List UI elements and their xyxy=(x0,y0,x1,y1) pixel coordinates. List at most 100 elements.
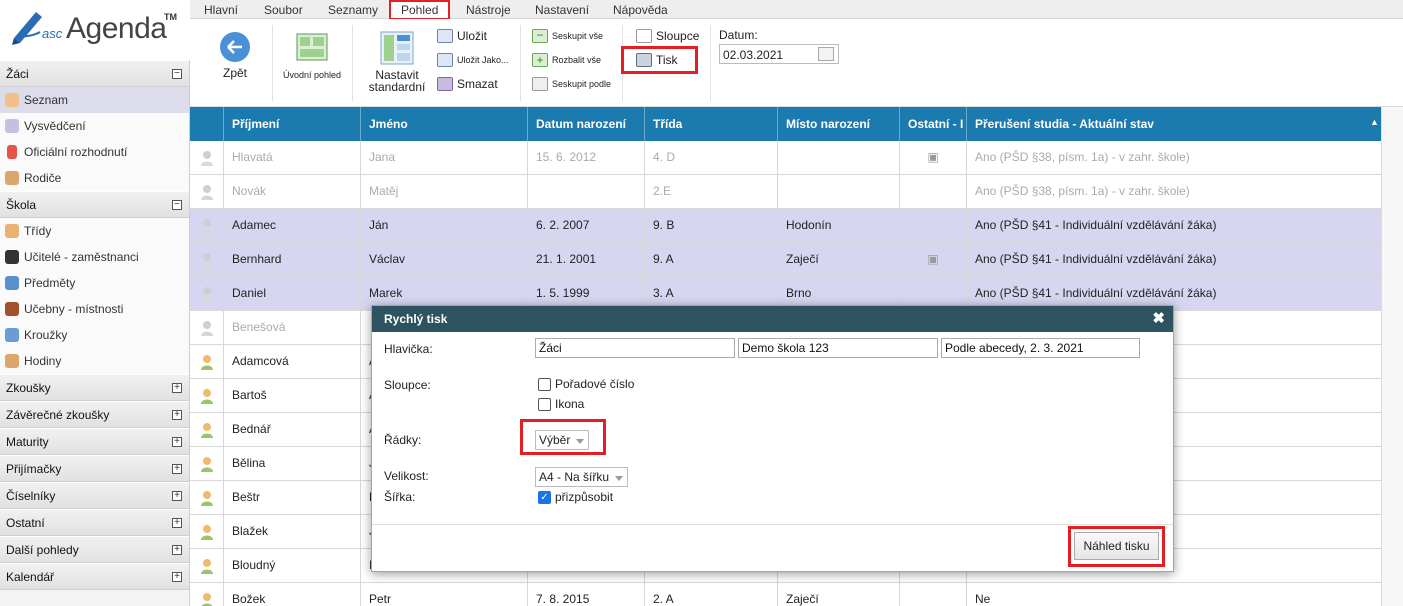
sidebar-section-zkousky[interactable]: Zkoušky + xyxy=(0,374,189,401)
col-header-datum-narozeni[interactable]: Datum narození xyxy=(527,107,644,141)
table-cell: Bartoš xyxy=(223,379,360,413)
expand-icon[interactable]: + xyxy=(172,545,182,555)
sort-asc-icon: ▲ xyxy=(1370,117,1379,127)
collapse-icon[interactable]: − xyxy=(172,200,182,210)
sidebar-item-oficialni-rozhodnuti[interactable]: Oficiální rozhodnutí xyxy=(0,139,189,165)
icon-checkbox[interactable]: Ikona xyxy=(538,397,584,411)
expand-icon[interactable]: + xyxy=(172,383,182,393)
sidebar-item-krouzky[interactable]: Kroužky xyxy=(0,322,189,348)
header-field-1[interactable]: Žáci xyxy=(535,338,735,358)
size-label: Velikost: xyxy=(384,469,429,483)
calendar-icon[interactable] xyxy=(818,47,834,61)
menu-nastaveni[interactable]: Nastavení xyxy=(531,2,593,18)
back-button[interactable]: Zpět xyxy=(210,31,260,80)
collapse-icon[interactable]: − xyxy=(172,69,182,79)
columns-button[interactable]: Sloupce xyxy=(636,29,699,43)
sidebar-item-predmety[interactable]: Předměty xyxy=(0,270,189,296)
table-row[interactable]: Hlavatá Jana 15. 6. 2012 4. D ▣ Ano (PŠD §38,… xyxy=(190,141,1381,175)
expand-icon[interactable]: + xyxy=(172,491,182,501)
order-number-checkbox[interactable]: Pořadové číslo xyxy=(538,377,634,391)
sidebar-section-prijimacky[interactable]: Přijímačky + xyxy=(0,455,189,482)
menu-napoveda[interactable]: Nápověda xyxy=(609,2,672,18)
sidebar-item-label: Vysvědčení xyxy=(24,119,86,133)
home-view-label: Úvodní pohled xyxy=(282,70,342,80)
expand-icon[interactable]: + xyxy=(172,464,182,474)
close-icon[interactable]: ✖ xyxy=(1152,306,1165,332)
sidebar-item-label: Učebny - místnosti xyxy=(24,302,124,316)
table-cell: Václav xyxy=(360,243,527,277)
grid-scrollbar[interactable] xyxy=(1381,107,1403,606)
set-default-button[interactable]: Nastavit standardní xyxy=(362,31,432,94)
col-header-ostatni[interactable]: Ostatní - I xyxy=(899,107,966,141)
expand-icon[interactable]: + xyxy=(172,437,182,447)
group-by-button[interactable]: Seskupit podle xyxy=(532,77,611,91)
toolbar: Zpět Úvodní pohled Nastavit standardní U… xyxy=(190,19,1403,107)
sidebar-item-vysvedceni[interactable]: Vysvědčení xyxy=(0,113,189,139)
columns-label: Sloupce: xyxy=(384,378,431,392)
col-header-misto-narozeni[interactable]: Místo narození xyxy=(777,107,899,141)
pin-icon xyxy=(7,145,17,159)
table-row[interactable]: Božek Petr 7. 8. 2015 2. A Zaječí Ne xyxy=(190,583,1381,606)
date-field[interactable]: 02.03.2021 xyxy=(719,44,839,64)
table-cell: 21. 1. 2001 xyxy=(527,243,644,277)
sidebar-item-label: Kroužky xyxy=(24,328,68,342)
expand-icon[interactable]: + xyxy=(172,572,182,582)
plus-icon: + xyxy=(532,53,548,67)
col-header-preruseni-studia[interactable]: Přerušení studia - Aktuální stav xyxy=(966,107,1381,141)
sidebar-section-zaci[interactable]: Žáci − xyxy=(0,60,189,87)
menu-soubor[interactable]: Soubor xyxy=(260,2,307,18)
sidebar-item-ucebny[interactable]: Učebny - místnosti xyxy=(0,296,189,322)
table-cell: Ano (PŠD §41 - Individuální vzdělávání ž… xyxy=(966,243,1381,277)
table-cell: Ne xyxy=(966,583,1381,606)
expand-all-button[interactable]: + Rozbalit vše xyxy=(532,53,601,67)
sidebar-item-hodiny[interactable]: Hodiny xyxy=(0,348,189,374)
size-select[interactable]: A4 - Na šířku xyxy=(535,467,628,487)
table-row[interactable]: Adamec Ján 6. 2. 2007 9. B Hodonín Ano (PŠD §… xyxy=(190,209,1381,243)
back-arrow-icon xyxy=(220,32,250,62)
table-cell: Zaječí xyxy=(777,583,899,606)
table-cell: Novák xyxy=(223,175,360,209)
expand-all-label: Rozbalit vše xyxy=(552,55,602,65)
sidebar-section-dalsi-pohledy[interactable]: Další pohledy + xyxy=(0,536,189,563)
col-header-trida[interactable]: Třída xyxy=(644,107,777,141)
app-logo: asc Agenda TM xyxy=(0,0,190,60)
expand-icon[interactable]: + xyxy=(172,410,182,420)
sidebar-section-maturity[interactable]: Maturity + xyxy=(0,428,189,455)
table-row[interactable]: Bernhard Václav 21. 1. 2001 9. A Zaječí ▣ Ano … xyxy=(190,243,1381,277)
quick-print-dialog: Rychlý tisk ✖ Hlavička: Žáci Demo škola … xyxy=(371,305,1174,572)
sidebar-section-skola[interactable]: Škola − xyxy=(0,191,189,218)
menu-nastroje[interactable]: Nástroje xyxy=(462,2,515,18)
logo-asc-text: asc xyxy=(42,26,63,41)
student-avatar-icon xyxy=(200,524,214,540)
menu-hlavni[interactable]: Hlavní xyxy=(200,2,242,18)
table-cell: Petr xyxy=(360,583,527,606)
sidebar-item-tridy[interactable]: Třídy xyxy=(0,218,189,244)
home-view-button[interactable]: Úvodní pohled xyxy=(280,33,344,80)
sidebar-section-ostatni[interactable]: Ostatní + xyxy=(0,509,189,536)
sidebar-item-seznam[interactable]: Seznam xyxy=(0,87,189,113)
table-cell: ▣ xyxy=(899,141,966,175)
table-layout-icon xyxy=(380,31,414,65)
save-as-button[interactable]: Uložit Jako... xyxy=(437,53,509,67)
table-row[interactable]: Novák Matěj 2.E Ano (PŠD §38, písm. 1a) - v… xyxy=(190,175,1381,209)
expand-icon[interactable]: + xyxy=(172,518,182,528)
sidebar-section-kalendar[interactable]: Kalendář + xyxy=(0,563,189,590)
section-label: Kalendář xyxy=(6,570,55,584)
collapse-all-button[interactable]: − Seskupit vše xyxy=(532,29,603,43)
sidebar-section-zaverecne-zkousky[interactable]: Závěrečné zkoušky + xyxy=(0,401,189,428)
date-label: Datum: xyxy=(719,28,758,42)
date-value: 02.03.2021 xyxy=(723,48,784,62)
menu-seznamy[interactable]: Seznamy xyxy=(324,2,382,18)
save-button[interactable]: Uložit xyxy=(437,29,487,43)
header-field-3[interactable]: Podle abecedy, 2. 3. 2021 xyxy=(941,338,1140,358)
col-header-prijmeni[interactable]: Příjmení xyxy=(223,107,360,141)
checkmark-icon: ✓ xyxy=(538,490,551,504)
sidebar-item-rodice[interactable]: Rodiče xyxy=(0,165,189,191)
sidebar-item-ucitele[interactable]: Učitelé - zaměstnanci xyxy=(0,244,189,270)
sidebar-section-ciselniky[interactable]: Číselníky + xyxy=(0,482,189,509)
menu-pohled[interactable]: Pohled xyxy=(389,0,451,20)
delete-button[interactable]: Smazat xyxy=(437,77,498,91)
col-header-jmeno[interactable]: Jméno xyxy=(360,107,527,141)
fit-checkbox[interactable]: ✓ přizpůsobit xyxy=(538,490,613,504)
header-field-2[interactable]: Demo škola 123 xyxy=(738,338,938,358)
